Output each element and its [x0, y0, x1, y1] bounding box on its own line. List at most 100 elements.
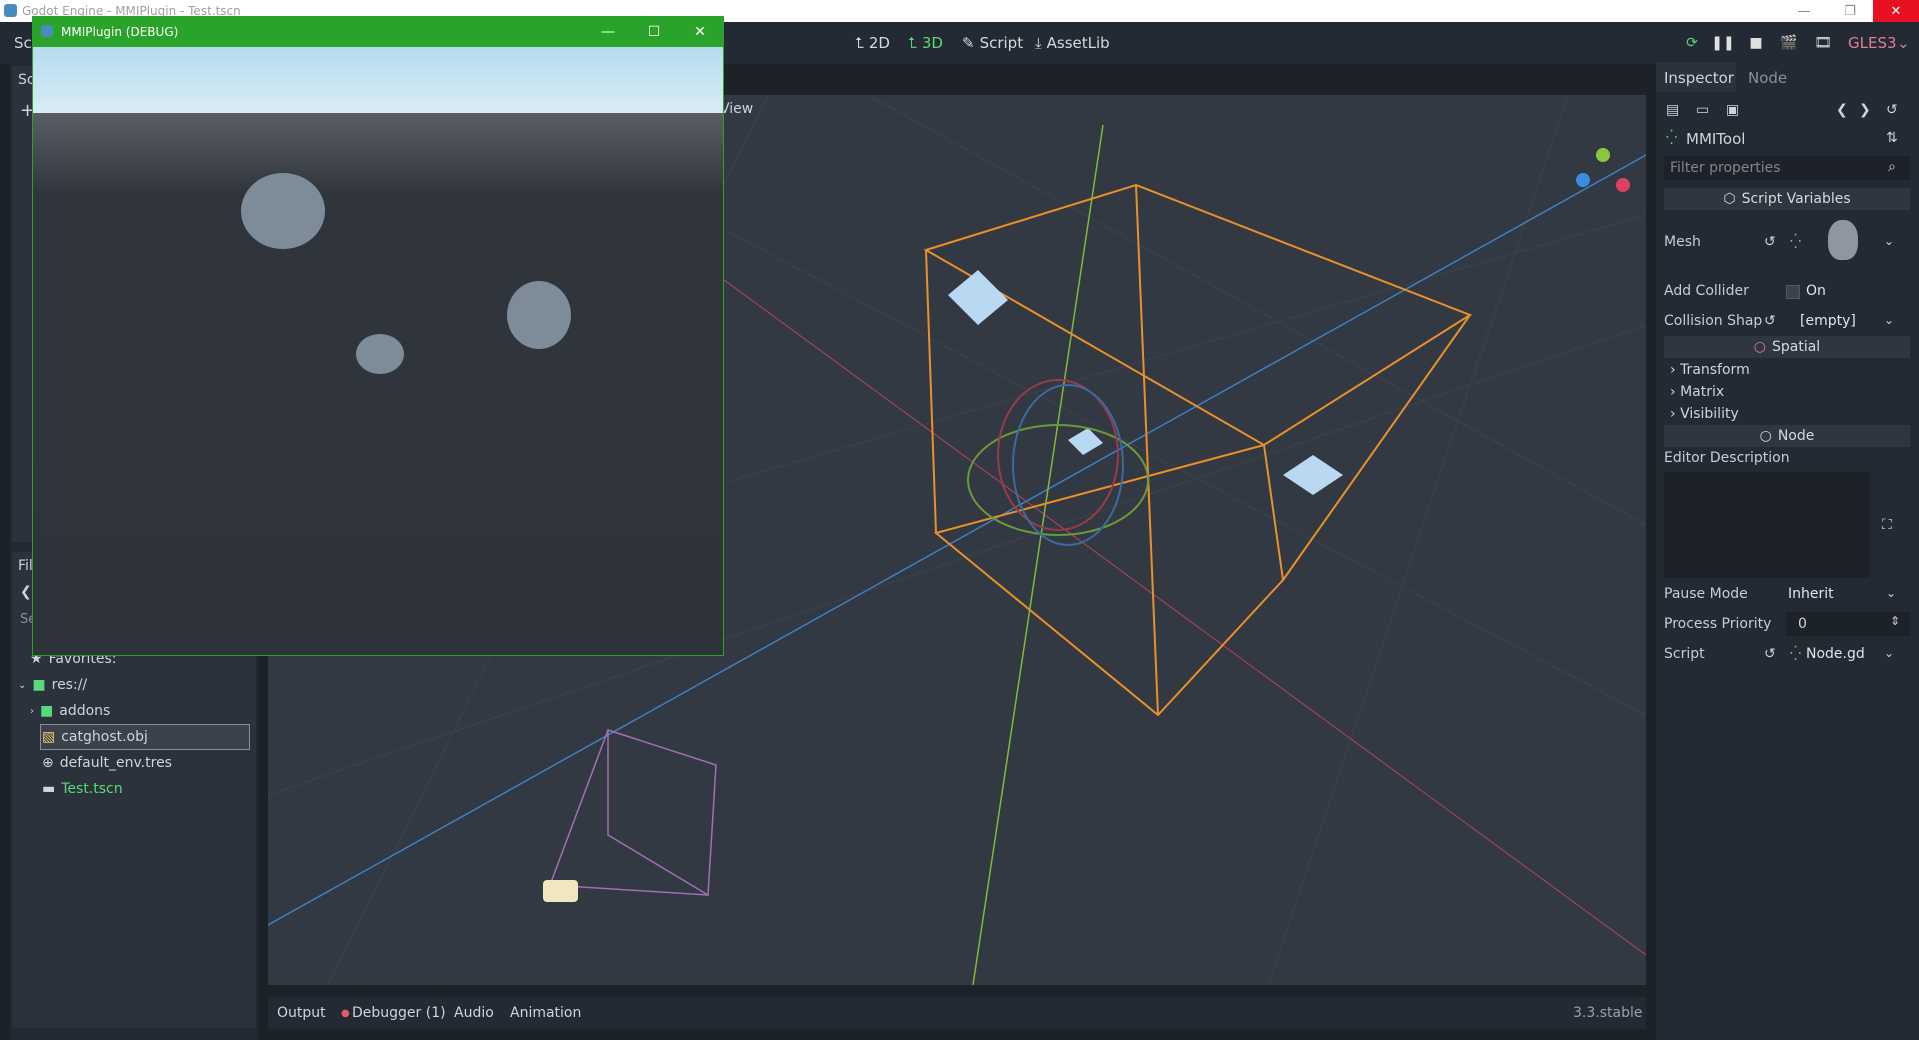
maximize-icon[interactable]: ☐ — [631, 17, 677, 47]
play-icon[interactable]: ⟳ — [1683, 34, 1701, 52]
chevron-down-icon[interactable]: ⌄ — [1884, 313, 1894, 327]
section-label: Spatial — [1772, 339, 1821, 355]
workspace-script-label: Script — [979, 34, 1024, 52]
rotate-ring-x — [997, 379, 1119, 531]
debug-game-window[interactable]: MMIPlugin (DEBUG) — ☐ ✕ — [32, 16, 724, 656]
filesystem-tab[interactable]: Fil — [18, 558, 33, 574]
debug-window-titlebar[interactable]: MMIPlugin (DEBUG) — ☐ ✕ — [33, 17, 723, 47]
scene-icon: ▬ — [42, 781, 56, 797]
close-window-button[interactable]: ✕ — [1873, 0, 1919, 22]
pause-icon[interactable]: ❚❚ — [1711, 34, 1734, 52]
camera-icon — [543, 880, 578, 902]
history-icon[interactable]: ↺ — [1886, 102, 1898, 118]
tree-item-label: Test.tscn — [61, 781, 123, 797]
tree-item-catghost[interactable]: ▧ catghost.obj — [42, 729, 148, 745]
minimize-icon[interactable]: — — [585, 17, 631, 47]
search-icon: ⌕ — [1888, 159, 1896, 175]
chevron-down-icon[interactable]: ⌄ — [1884, 234, 1894, 248]
collision-shape-value[interactable]: [empty] — [1800, 313, 1856, 329]
output-tab[interactable]: Output — [277, 1005, 326, 1021]
node-icon: ⁛ — [1666, 130, 1678, 146]
new-resource-icon[interactable]: ▤ — [1666, 102, 1679, 118]
fold-label: Visibility — [1680, 406, 1739, 422]
tree-item-test-scene[interactable]: ▬ Test.tscn — [42, 781, 123, 797]
process-priority-field[interactable]: 0 ⇕ — [1786, 612, 1910, 636]
matrix-group[interactable]: › Matrix — [1670, 384, 1724, 400]
object-menu-icon[interactable]: ⇅ — [1886, 130, 1898, 146]
godot-logo-icon — [4, 4, 17, 17]
workspace-3d-button[interactable]: ⮤ 3D — [908, 34, 943, 52]
tree-item-addons[interactable]: › ■ addons — [30, 703, 110, 719]
workspace-2d-button[interactable]: ⮤ 2D — [855, 34, 890, 52]
save-icon[interactable]: ▣ — [1726, 102, 1739, 118]
animation-tab[interactable]: Animation — [510, 1005, 581, 1021]
add-collider-checkbox[interactable] — [1786, 285, 1800, 299]
restore-button[interactable]: ❐ — [1827, 0, 1873, 22]
script-icon: ✎ — [962, 34, 975, 52]
version-label: 3.3.stable — [1573, 1005, 1643, 1021]
workspace-script-button[interactable]: ✎ Script — [962, 34, 1023, 52]
editor-description-label: Editor Description — [1664, 450, 1790, 466]
tree-item-default-env[interactable]: ⊕ default_env.tres — [42, 755, 172, 771]
add-collider-label: Add Collider — [1664, 283, 1749, 299]
script-value[interactable]: Node.gd — [1806, 646, 1865, 662]
tab-node[interactable]: Node — [1748, 69, 1787, 87]
audio-tab[interactable]: Audio — [454, 1005, 494, 1021]
pause-mode-select[interactable]: Inherit — [1788, 586, 1834, 602]
history-forward-icon[interactable]: ❯ — [1859, 102, 1871, 118]
fold-label: Transform — [1680, 362, 1750, 378]
chevron-right-icon: › — [1670, 384, 1681, 400]
gizmo-x — [1616, 178, 1630, 192]
editor-description-textarea[interactable] — [1664, 472, 1870, 578]
scene-menu[interactable]: Sc — [14, 34, 32, 52]
folder-icon: ■ — [32, 677, 46, 693]
workspace-assetlib-button[interactable]: ⤓ AssetLib — [1035, 34, 1110, 52]
tree-item-res[interactable]: ⌄ ■ res:// — [18, 677, 87, 693]
stepper-icon[interactable]: ⇕ — [1890, 614, 1900, 628]
chevron-right-icon: › — [1670, 362, 1681, 378]
mesh-icon: ▧ — [42, 729, 56, 745]
debugger-tab[interactable]: Debugger (1) — [352, 1005, 446, 1021]
add-collider-value: On — [1806, 283, 1826, 299]
assetlib-icon: ⤓ — [1035, 34, 1042, 52]
2d-icon: ⮤ — [855, 34, 864, 52]
tab-inspector[interactable]: Inspector — [1664, 69, 1734, 87]
cube-2 — [1283, 455, 1343, 495]
open-folder-icon[interactable]: ▭ — [1696, 102, 1709, 118]
y-axis-line — [972, 124, 1104, 985]
history-back-icon[interactable]: ❮ — [1836, 102, 1848, 118]
close-icon[interactable]: ✕ — [677, 17, 723, 47]
play-scene-icon[interactable]: 🎬 — [1780, 34, 1798, 52]
transform-group[interactable]: › Transform — [1670, 362, 1750, 378]
bottom-panel-bar: Output ● Debugger (1) Audio Animation 3.… — [268, 997, 1646, 1029]
chevron-right-icon: › — [1670, 406, 1681, 422]
back-chevron-icon[interactable]: ❮ — [20, 584, 32, 600]
error-dot-icon: ● — [341, 1008, 350, 1019]
minimize-button[interactable]: — — [1781, 0, 1827, 22]
script-variables-section[interactable]: ⬡ Script Variables — [1664, 188, 1910, 210]
script-label: Script — [1664, 646, 1705, 662]
stop-icon[interactable]: ■ — [1747, 34, 1765, 52]
section-label: Node — [1777, 428, 1815, 444]
section-label: Script Variables — [1741, 191, 1851, 207]
revert-icon[interactable]: ↺ — [1764, 313, 1776, 329]
renderer-select[interactable]: GLES3 — [1848, 34, 1897, 52]
expand-icon[interactable]: ⛶ — [1882, 517, 1892, 533]
revert-icon[interactable]: ↺ — [1764, 234, 1776, 250]
mesh-preview[interactable] — [1828, 220, 1858, 260]
visibility-group[interactable]: › Visibility — [1670, 406, 1739, 422]
spatial-section[interactable]: ○ Spatial — [1664, 336, 1910, 358]
revert-icon[interactable]: ↺ — [1764, 646, 1776, 662]
script-file-icon: ⁛ — [1790, 646, 1802, 662]
x-axis-line — [607, 194, 1646, 956]
game-render — [33, 47, 723, 655]
debug-window-title: MMIPlugin (DEBUG) — [61, 25, 179, 39]
chevron-down-icon[interactable]: ⌄ — [1884, 646, 1894, 660]
process-priority-label: Process Priority — [1664, 616, 1772, 632]
node-section[interactable]: ○ Node — [1664, 425, 1910, 447]
node-circle-icon: ○ — [1759, 428, 1772, 444]
filter-input[interactable]: Filter properties ⌕ — [1664, 156, 1910, 180]
workspace-3d-label: 3D — [921, 34, 943, 52]
node-name: MMITool — [1686, 130, 1746, 148]
play-custom-scene-icon[interactable]: 🎞 — [1814, 34, 1832, 52]
